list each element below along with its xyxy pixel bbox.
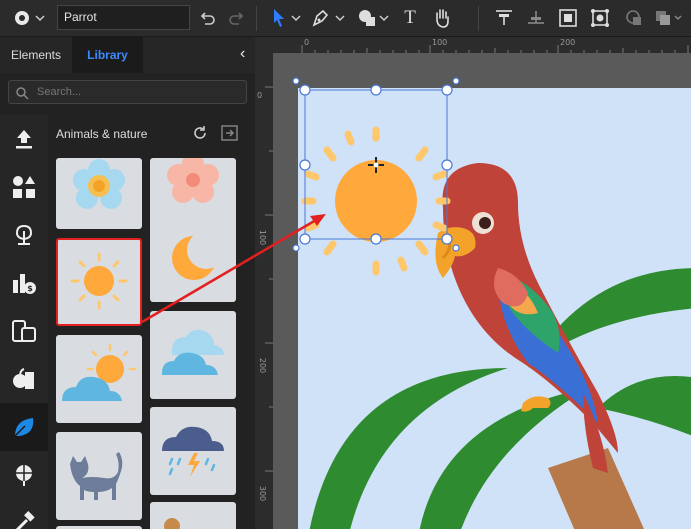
library-item-partial-icon — [164, 518, 180, 529]
align-middle-icon — [528, 11, 544, 24]
arrange-icon — [656, 11, 682, 25]
mask-icon — [626, 10, 641, 25]
search-icon — [16, 87, 29, 100]
pen-icon — [312, 9, 345, 27]
collapse-panel-button[interactable]: ‹ — [240, 45, 245, 63]
align-top-button[interactable] — [492, 6, 516, 30]
nature-leaf-icon — [14, 418, 34, 437]
library-item-flower-blue[interactable] — [56, 158, 142, 229]
search-placeholder: Search... — [37, 86, 82, 98]
shapes-category-icon — [13, 176, 35, 198]
insert-icon — [221, 125, 238, 141]
devices-icon — [12, 320, 36, 342]
top-toolbar: Parrot T — [0, 0, 691, 37]
text-icon: T — [404, 7, 416, 28]
library-item-moon[interactable] — [150, 214, 236, 302]
align-middle-button[interactable] — [524, 6, 548, 30]
group-icon — [591, 9, 609, 27]
food-icon — [13, 368, 34, 389]
arrange-button[interactable] — [654, 6, 684, 30]
sidebar-item-devices[interactable] — [0, 307, 48, 355]
tab-elements[interactable]: Elements — [0, 37, 72, 73]
library-item-sun-behind-cloud[interactable] — [56, 335, 142, 423]
flower-blue-icon — [73, 159, 125, 209]
library-item-clouds[interactable] — [150, 311, 236, 399]
category-sidebar: $ — [0, 115, 48, 529]
library-item-cat[interactable] — [56, 432, 142, 520]
fit-button[interactable] — [556, 6, 580, 30]
tools-icon — [15, 511, 35, 529]
refresh-button[interactable] — [192, 125, 208, 146]
redo-icon — [229, 12, 244, 25]
clouds-icon — [162, 329, 224, 375]
chevron-left-icon: ‹ — [240, 45, 246, 62]
library-item-sun[interactable] — [56, 238, 142, 326]
redo-button[interactable] — [226, 6, 248, 30]
undo-button[interactable] — [196, 6, 218, 30]
category-title: Animals & nature — [56, 127, 148, 141]
select-arrow-icon — [274, 9, 301, 27]
toolbar-divider — [478, 6, 479, 31]
moon-icon — [172, 231, 225, 280]
group-button[interactable] — [588, 6, 612, 30]
selection-box[interactable] — [255, 37, 691, 529]
sidebar-item-shapes[interactable] — [0, 163, 48, 211]
sidebar-item-food[interactable] — [0, 355, 48, 403]
hand-icon — [436, 9, 449, 28]
finance-icon: $ — [13, 274, 36, 294]
sun-icon — [70, 252, 128, 310]
logo-icon — [15, 11, 45, 25]
text-tool-button[interactable]: T — [398, 6, 422, 30]
document-name-field[interactable]: Parrot — [57, 5, 190, 30]
left-panel: Elements Library ‹ Search... $ Animals &… — [0, 37, 255, 529]
shapes-tool-button[interactable] — [356, 6, 392, 30]
sidebar-item-upload[interactable] — [0, 115, 48, 163]
sidebar-item-plant[interactable] — [0, 211, 48, 259]
sidebar-item-nature[interactable] — [0, 403, 48, 451]
insert-button[interactable] — [221, 125, 239, 146]
undo-icon — [200, 12, 215, 25]
refresh-icon — [194, 126, 206, 139]
move-cursor-icon — [368, 157, 384, 173]
hand-tool-button[interactable] — [430, 6, 454, 30]
app-menu-button[interactable] — [10, 6, 50, 30]
shapes-icon — [359, 10, 389, 26]
sun-behind-cloud-icon — [62, 343, 137, 401]
library-item-storm-cloud[interactable] — [150, 407, 236, 495]
sidebar-item-finance[interactable]: $ — [0, 259, 48, 307]
app-window: Parrot T Elements Library ‹ Search... $ … — [0, 0, 691, 529]
canvas-area[interactable]: 0 100 200 0 100 200 300 — [255, 37, 691, 529]
pen-tool-button[interactable] — [310, 6, 348, 30]
cat-icon — [70, 452, 123, 500]
sport-icon — [16, 465, 32, 486]
upload-icon — [16, 130, 32, 149]
svg-text:$: $ — [27, 284, 33, 293]
align-top-icon — [496, 10, 512, 25]
mask-button[interactable] — [622, 6, 646, 30]
sidebar-item-sport[interactable] — [0, 451, 48, 499]
fit-icon — [559, 9, 577, 27]
select-tool-button[interactable] — [268, 6, 304, 30]
panel-tabs: Elements Library ‹ — [0, 37, 255, 73]
tab-library[interactable]: Library — [72, 37, 143, 73]
search-input[interactable]: Search... — [8, 80, 247, 104]
library-item[interactable] — [150, 502, 236, 529]
storm-cloud-icon — [162, 426, 224, 477]
toolbar-divider — [256, 6, 257, 31]
sidebar-item-tools[interactable] — [0, 499, 48, 529]
plant-icon — [15, 224, 33, 245]
